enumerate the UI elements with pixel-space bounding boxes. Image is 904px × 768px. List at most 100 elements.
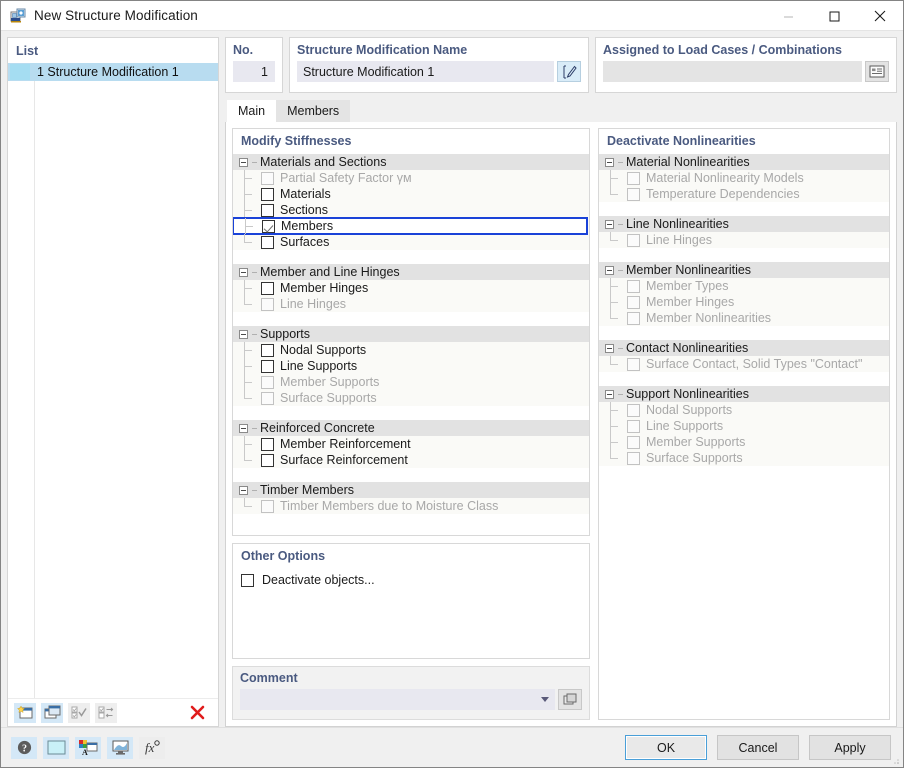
comment-input[interactable]	[240, 689, 555, 710]
collapse-icon[interactable]	[605, 219, 614, 229]
tree-item-line-supports[interactable]: Line Supports	[233, 358, 589, 374]
collapse-icon[interactable]	[605, 157, 614, 167]
copy-item-icon[interactable]	[41, 702, 63, 723]
tree-item-surface-supports: Surface Supports	[599, 450, 889, 466]
tree-group-support-nonlinearities[interactable]: Support Nonlinearities	[599, 386, 889, 402]
collapse-icon[interactable]	[239, 485, 248, 495]
tree-item-member-hinges[interactable]: Member Hinges	[233, 280, 589, 296]
tree-item-nodal-supports[interactable]: Nodal Supports	[233, 342, 589, 358]
deactivate-nonlinearities-box: Deactivate Nonlinearities Material Nonli…	[598, 128, 890, 720]
title-bar: New Structure Modification	[1, 1, 903, 31]
formula-icon[interactable]: fx	[139, 736, 165, 759]
footer-buttons: OK Cancel Apply	[625, 735, 891, 760]
number-field[interactable]: 1	[233, 61, 275, 82]
tree-item-materials[interactable]: Materials	[233, 186, 589, 202]
tree-group-spacer	[599, 372, 889, 386]
checkbox-icon[interactable]	[261, 359, 274, 373]
load-case-picker-icon[interactable]	[865, 61, 889, 82]
tab-content-main: Modify Stiffnesses Materials and Section…	[225, 122, 897, 727]
tree-item-label: Member Nonlinearities	[646, 311, 772, 325]
invert-selection-icon[interactable]	[95, 702, 117, 723]
tree-group-children: Partial Safety Factor γᴍ Materials Section…	[233, 170, 589, 250]
checkbox-icon[interactable]	[261, 187, 274, 201]
comment-library-icon[interactable]	[558, 689, 582, 710]
collapse-icon[interactable]	[239, 157, 248, 167]
delete-item-icon[interactable]	[186, 703, 208, 723]
tree-group-children: Line Hinges	[599, 232, 889, 248]
tree-item-sections[interactable]: Sections	[233, 202, 589, 218]
minimize-button[interactable]	[765, 1, 811, 31]
checkbox-icon[interactable]	[261, 281, 274, 295]
tree-group-material-nonlinearities[interactable]: Material Nonlinearities	[599, 154, 889, 170]
render-view-icon[interactable]	[107, 736, 133, 759]
chevron-down-icon[interactable]	[541, 697, 549, 702]
tree-connector	[252, 161, 257, 163]
tree-connector	[243, 280, 261, 296]
checkbox-checked-icon[interactable]	[262, 219, 275, 233]
rename-icon[interactable]	[557, 61, 581, 82]
tree-connector	[252, 489, 257, 491]
tree-item-surfaces[interactable]: Surfaces	[233, 234, 589, 250]
checkbox-icon[interactable]	[261, 453, 274, 467]
collapse-icon[interactable]	[605, 389, 614, 399]
tree-item-label: Sections	[280, 203, 328, 217]
checkbox-icon[interactable]	[261, 203, 274, 217]
tree-group-spacer	[599, 466, 889, 480]
checkbox-icon[interactable]	[261, 437, 274, 451]
tree-group-children: Timber Members due to Moisture Class	[233, 498, 589, 514]
list-panel: List 1 Structure Modification 1	[7, 37, 219, 727]
display-properties-icon[interactable]: A	[75, 736, 101, 759]
tree-item-timber-members-due-to-moisture-class: Timber Members due to Moisture Class	[233, 498, 589, 514]
collapse-icon[interactable]	[605, 343, 614, 353]
tree-item-surface-reinforcement[interactable]: Surface Reinforcement	[233, 452, 589, 468]
tree-connector	[618, 393, 623, 395]
tree-item-member-types: Member Types	[599, 278, 889, 294]
tree-item-members[interactable]: Members	[233, 217, 588, 235]
tree-connector	[243, 374, 261, 390]
checkbox-icon	[261, 171, 274, 185]
tree-group-materials-and-sections[interactable]: Materials and Sections	[233, 154, 589, 170]
tab-main[interactable]: Main	[227, 100, 277, 122]
tree-group-reinforced-concrete[interactable]: Reinforced Concrete	[233, 420, 589, 436]
list-item[interactable]: 1 Structure Modification 1	[8, 63, 218, 81]
checkbox-icon[interactable]	[241, 573, 254, 587]
tree-group-children: Nodal Supports Line Supports Member Suppor…	[599, 402, 889, 466]
right-side: No. 1 Structure Modification Name Struct…	[225, 37, 897, 727]
tree-group-contact-nonlinearities[interactable]: Contact Nonlinearities	[599, 340, 889, 356]
tree-group-line-nonlinearities[interactable]: Line Nonlinearities	[599, 216, 889, 232]
tree-group-supports[interactable]: Supports	[233, 326, 589, 342]
tree-item-surface-supports: Surface Supports	[233, 390, 589, 406]
checkbox-icon	[627, 187, 640, 201]
tree-group-spacer	[599, 248, 889, 262]
maximize-button[interactable]	[811, 1, 857, 31]
new-item-icon[interactable]	[14, 702, 36, 723]
header-row: No. 1 Structure Modification Name Struct…	[225, 37, 897, 93]
resize-grip[interactable]	[892, 757, 900, 765]
tab-members[interactable]: Members	[276, 100, 351, 122]
collapse-icon[interactable]	[239, 423, 248, 433]
collapse-icon[interactable]	[239, 329, 248, 339]
collapse-icon[interactable]	[605, 265, 614, 275]
help-icon[interactable]: ?	[11, 736, 37, 759]
tree-item-member-supports: Member Supports	[599, 434, 889, 450]
tree-connector	[243, 498, 261, 514]
color-swatch-icon[interactable]	[43, 736, 69, 759]
other-option-deactivate-objects[interactable]: Deactivate objects...	[233, 569, 589, 587]
name-input[interactable]: Structure Modification 1	[297, 61, 554, 82]
collapse-icon[interactable]	[239, 267, 248, 277]
checkbox-icon[interactable]	[261, 343, 274, 357]
tree-connector	[243, 202, 261, 218]
close-button[interactable]	[857, 1, 903, 31]
apply-button[interactable]: Apply	[809, 735, 891, 760]
ok-button[interactable]: OK	[625, 735, 707, 760]
tree-group-member-and-line-hinges[interactable]: Member and Line Hinges	[233, 264, 589, 280]
tree-item-member-reinforcement[interactable]: Member Reinforcement	[233, 436, 589, 452]
tree-group-timber-members[interactable]: Timber Members	[233, 482, 589, 498]
checkbox-icon[interactable]	[261, 235, 274, 249]
select-all-icon[interactable]	[68, 702, 90, 723]
cancel-button[interactable]: Cancel	[717, 735, 799, 760]
assigned-input[interactable]	[603, 61, 862, 82]
window-controls	[765, 1, 903, 31]
structure-modification-icon	[10, 8, 26, 24]
tree-group-member-nonlinearities[interactable]: Member Nonlinearities	[599, 262, 889, 278]
